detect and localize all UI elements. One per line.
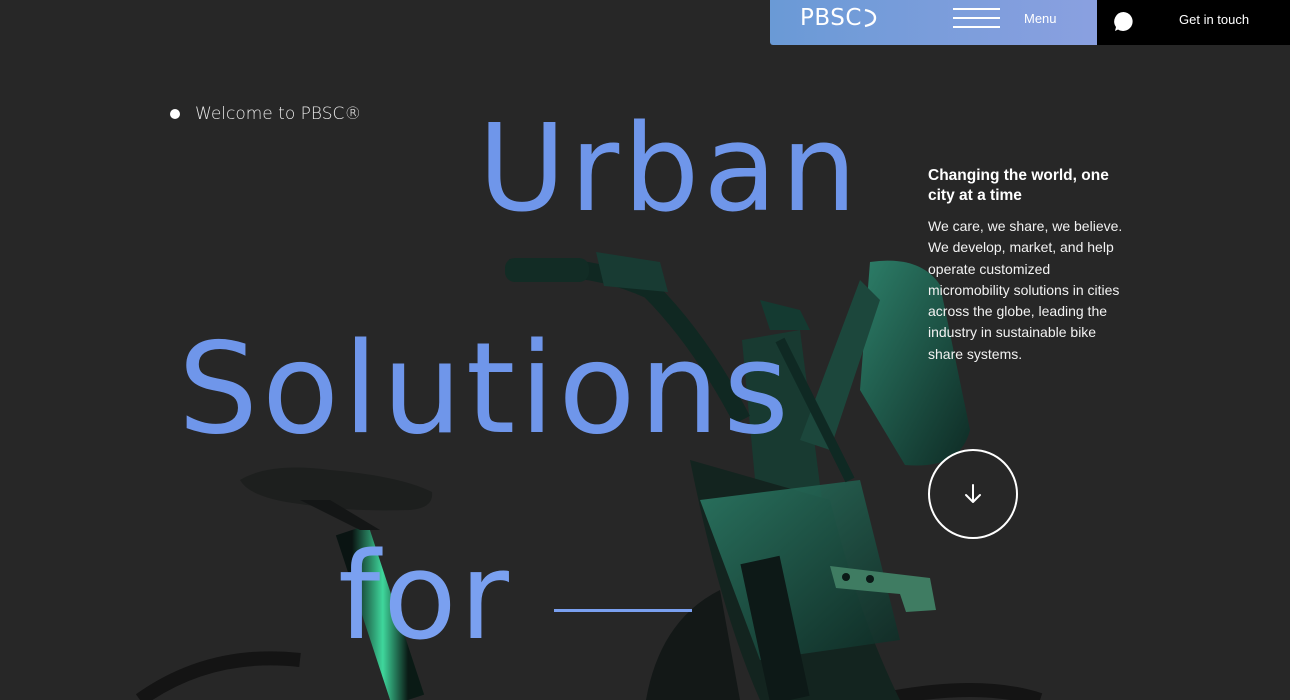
top-nav-bar: PBSC Menu xyxy=(770,0,1097,45)
logo-text: PBSC xyxy=(800,5,862,31)
arrow-down-icon xyxy=(965,484,981,503)
chat-bubble-icon xyxy=(1114,12,1133,31)
intro-paragraph-1: We care, we share, we believe. xyxy=(928,218,1123,234)
pbsc-logo[interactable]: PBSC xyxy=(800,5,877,31)
hero-line-urban: Urban xyxy=(478,100,861,239)
hero-dash-divider xyxy=(554,609,692,612)
intro-paragraph-2: We develop, market, and help operate cus… xyxy=(928,239,1120,362)
hero-line-for: for xyxy=(338,528,512,667)
menu-label: Menu xyxy=(1024,10,1057,26)
intro-headline: Changing the world, one city at a time xyxy=(928,167,1109,204)
welcome-label: Welcome to PBSC® xyxy=(170,104,361,124)
welcome-text: Welcome to PBSC® xyxy=(195,104,362,124)
intro-body: We care, we share, we believe. We develo… xyxy=(928,216,1133,365)
hero-line-solutions: Solutions xyxy=(178,315,793,462)
get-in-touch-bar[interactable]: Get in touch xyxy=(1097,0,1290,45)
menu-button[interactable]: Menu xyxy=(953,8,1057,28)
bullet-dot-icon xyxy=(170,109,180,119)
scroll-down-button[interactable] xyxy=(928,449,1018,539)
logo-arc-icon xyxy=(864,8,877,28)
hamburger-icon xyxy=(953,8,1000,28)
get-in-touch-link[interactable]: Get in touch xyxy=(1179,12,1249,27)
